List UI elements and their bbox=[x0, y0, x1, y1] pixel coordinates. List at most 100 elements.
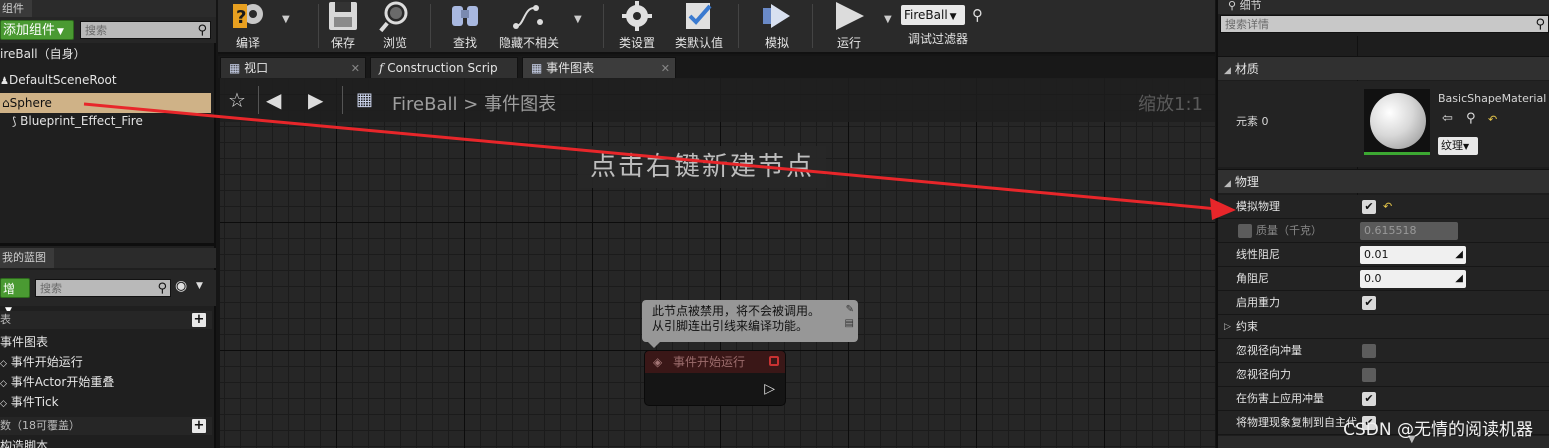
binoculars-icon bbox=[446, 0, 484, 32]
close-icon[interactable]: ✕ bbox=[351, 58, 360, 79]
eye-icon[interactable]: ◉ bbox=[175, 278, 187, 294]
materials-section-header[interactable]: ◢ 材质 bbox=[1218, 56, 1549, 80]
class-defaults-label: 类默认值 bbox=[674, 36, 723, 50]
list-item-event-actor-overlap[interactable]: ◇ 事件Actor开始重叠 bbox=[0, 372, 114, 392]
class-settings-button[interactable]: 类设置 bbox=[616, 0, 658, 52]
details-search-icon: ⚲ bbox=[1228, 0, 1237, 12]
save-button[interactable]: 保存 bbox=[322, 0, 364, 52]
hide-unrelated-label: 隐藏不相关 bbox=[498, 36, 559, 50]
event-graph-canvas[interactable]: ☆ ◀ ▶ ▦ FireBall > 事件图表 缩放1:1 点击右键新建节点 此… bbox=[220, 78, 1215, 448]
chevron-down-icon: ▼ bbox=[57, 27, 64, 37]
compile-button[interactable]: ? 编译 bbox=[226, 0, 270, 52]
tab-label: 事件图表 bbox=[546, 61, 595, 75]
star-icon[interactable]: ☆ bbox=[228, 88, 246, 112]
linear-damping-field[interactable]: 0.01 ◢ bbox=[1360, 246, 1466, 264]
forward-arrow-icon[interactable]: ▶ bbox=[308, 88, 323, 112]
breadcrumb: FireBall > 事件图表 bbox=[392, 90, 556, 116]
details-search-input[interactable]: 搜索详情 ⚲ bbox=[1220, 15, 1549, 33]
toolbar-separator bbox=[603, 4, 604, 48]
details-panel: ⚲ 细节 搜索详情 ⚲ ◢ 材质 元素 0 BasicShapeMaterial … bbox=[1216, 0, 1549, 448]
tab-event-graph[interactable]: ▦ 事件图表 ✕ bbox=[522, 57, 676, 78]
exec-output-pin-icon[interactable]: ▷ bbox=[764, 381, 775, 397]
tree-item-blueprint-effect-fire[interactable]: ⟆ Blueprint_Effect_Fire bbox=[0, 111, 212, 131]
hide-unrelated-button[interactable]: 隐藏不相关 bbox=[498, 0, 560, 52]
physics-section-header[interactable]: ◢ 物理 bbox=[1218, 169, 1549, 193]
play-options-dropdown[interactable]: ▼ bbox=[884, 14, 892, 25]
search-icon: ⚲ bbox=[197, 23, 207, 38]
prop-label: 线性阻尼 bbox=[1236, 248, 1280, 261]
debug-object-select[interactable]: FireBall ▼ bbox=[901, 5, 965, 25]
expand-icon[interactable]: ▤ bbox=[845, 316, 854, 331]
checklist-icon bbox=[680, 0, 718, 32]
search-icon: ⚲ bbox=[1535, 17, 1545, 32]
add-new-button[interactable]: 增▼ bbox=[0, 278, 30, 316]
drag-corner-icon: ◢ bbox=[1455, 273, 1463, 284]
reset-icon[interactable]: ↶ bbox=[1383, 195, 1392, 219]
add-graph-button[interactable]: + bbox=[192, 313, 206, 327]
pin-icon[interactable]: ✎ bbox=[846, 302, 854, 317]
back-arrow-icon[interactable]: ◀ bbox=[266, 88, 281, 112]
material-sphere-preview bbox=[1370, 93, 1426, 149]
details-tab[interactable]: ⚲ 细节 bbox=[1218, 0, 1549, 14]
mass-field[interactable]: 0.615518 bbox=[1360, 222, 1458, 240]
list-item-construction-script[interactable]: 构造脚本 bbox=[0, 436, 48, 448]
reset-icon[interactable]: ↶ bbox=[1488, 113, 1497, 126]
delegate-pin-icon[interactable] bbox=[769, 356, 779, 366]
prop-constraints[interactable]: ▷ 约束 bbox=[1218, 315, 1549, 339]
play-button[interactable]: 运行 bbox=[828, 0, 870, 52]
ignore-radial-impulse-checkbox[interactable] bbox=[1362, 344, 1376, 358]
gear-icon bbox=[618, 0, 656, 32]
breadcrumb-root[interactable]: FireBall bbox=[392, 94, 458, 115]
debug-search-icon[interactable]: ⚲ bbox=[972, 6, 983, 24]
event-label: 事件Tick bbox=[10, 395, 59, 409]
tree-item-sphere[interactable]: ⌂Sphere bbox=[0, 93, 211, 113]
event-label: 事件开始运行 bbox=[10, 355, 83, 369]
breadcrumb-leaf[interactable]: 事件图表 bbox=[484, 94, 556, 115]
event-begin-play-node[interactable]: ◈ 事件开始运行 ▷ bbox=[644, 350, 786, 406]
use-selected-asset-icon[interactable]: ⇦ bbox=[1442, 111, 1453, 126]
mass-override-checkbox[interactable] bbox=[1238, 224, 1252, 238]
enable-gravity-checkbox[interactable]: ✔ bbox=[1362, 296, 1376, 310]
list-item-event-tick[interactable]: ◇ 事件Tick bbox=[0, 392, 59, 412]
graphs-section-header[interactable]: 表 + bbox=[0, 311, 212, 329]
editor-tab-bar: ▦ 视口 ✕ f Construction Scrip ▦ 事件图表 ✕ bbox=[218, 56, 1215, 78]
components-tab[interactable]: 组件 bbox=[0, 0, 216, 17]
chevron-down-icon[interactable]: ▼ bbox=[196, 281, 203, 291]
mass-value: 0.615518 bbox=[1364, 224, 1417, 237]
class-defaults-button[interactable]: 类默认值 bbox=[672, 0, 726, 52]
add-component-button[interactable]: 添加组件 ▼ bbox=[0, 20, 74, 40]
texture-dropdown[interactable]: 纹理▼ bbox=[1438, 137, 1478, 155]
compile-options-dropdown[interactable]: ▼ bbox=[282, 14, 290, 25]
tab-construction-script[interactable]: f Construction Scrip bbox=[370, 57, 518, 78]
add-function-button[interactable]: + bbox=[192, 419, 206, 433]
list-item-event-begin-play[interactable]: ◇ 事件开始运行 bbox=[0, 352, 83, 372]
components-search-input[interactable]: 搜索 ⚲ bbox=[80, 21, 211, 39]
expand-right-icon: ▷ bbox=[1224, 322, 1231, 332]
simulate-button[interactable]: 模拟 bbox=[756, 0, 798, 52]
simulate-physics-checkbox[interactable]: ✔ bbox=[1362, 200, 1376, 214]
list-item-event-graph[interactable]: 事件图表 bbox=[0, 332, 48, 352]
compile-label: 编译 bbox=[235, 36, 260, 50]
browse-button[interactable]: 浏览 bbox=[374, 0, 416, 52]
angular-damping-field[interactable]: 0.0 ◢ bbox=[1360, 270, 1466, 288]
tab-viewport[interactable]: ▦ 视口 ✕ bbox=[220, 57, 366, 78]
my-blueprint-tab[interactable]: 我的蓝图 bbox=[0, 248, 216, 268]
tree-item-label: Sphere bbox=[9, 96, 52, 110]
my-blueprint-tab-label: 我的蓝图 bbox=[0, 248, 54, 268]
prop-linear-damping: 线性阻尼 0.01 ◢ bbox=[1218, 243, 1549, 267]
find-button[interactable]: 查找 bbox=[444, 0, 486, 52]
hide-unrelated-dropdown[interactable]: ▼ bbox=[574, 14, 582, 25]
event-icon: ◇ bbox=[0, 399, 7, 409]
material-thumbnail[interactable] bbox=[1364, 89, 1430, 155]
self-row[interactable]: ireBall（自身） bbox=[0, 44, 212, 64]
apply-impulse-checkbox[interactable]: ✔ bbox=[1362, 392, 1376, 406]
material-row: 元素 0 BasicShapeMaterial ⇦ ⚲ ↶ 纹理▼ bbox=[1218, 81, 1549, 167]
close-icon[interactable]: ✕ bbox=[661, 58, 670, 79]
browse-asset-icon[interactable]: ⚲ bbox=[1466, 111, 1476, 126]
ignore-radial-force-checkbox[interactable] bbox=[1362, 368, 1376, 382]
functions-section-header[interactable]: 数（18可覆盖） + bbox=[0, 417, 212, 435]
blueprint-search-input[interactable]: 搜索 ⚲ bbox=[35, 279, 171, 297]
graph-navigation-bar: ☆ ◀ ▶ ▦ FireBall > 事件图表 缩放1:1 bbox=[220, 78, 1215, 122]
viewport-icon: ▦ bbox=[229, 61, 241, 75]
tree-item-defaultsceneroot[interactable]: ♟DefaultSceneRoot bbox=[0, 70, 212, 90]
